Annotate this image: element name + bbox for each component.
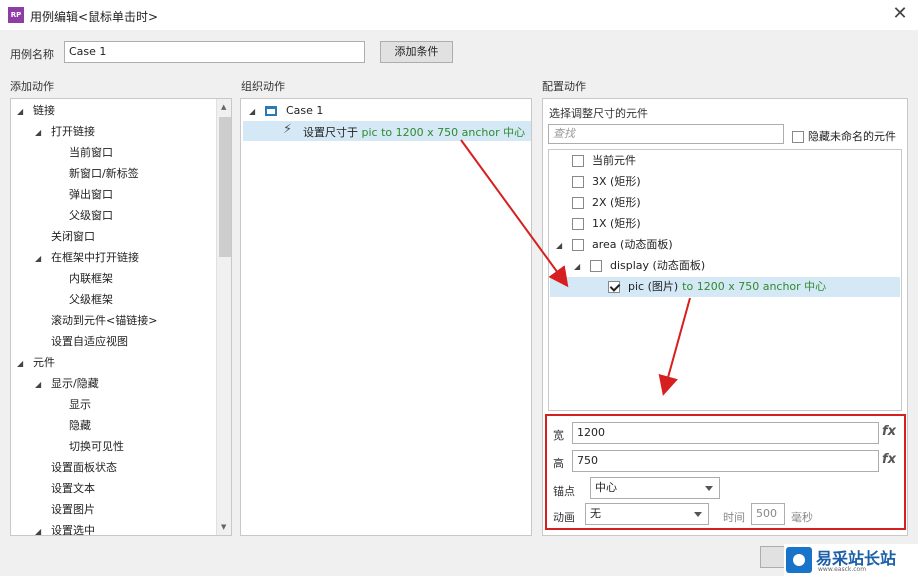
arrow-to-pic [460,139,569,288]
watermark-sub: www.easck.com [818,566,867,573]
arrow-to-props [658,297,691,396]
annotation-arrows [460,139,691,396]
watermark-logo [786,547,812,573]
watermark: 易采站长站 www.easck.com [784,544,918,576]
